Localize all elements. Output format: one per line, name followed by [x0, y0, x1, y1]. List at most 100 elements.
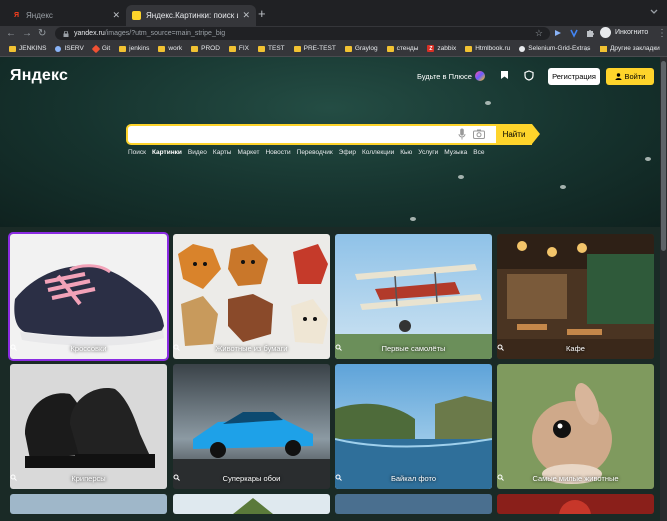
decor-fish-icon: [485, 101, 491, 105]
service-images[interactable]: Картинки: [152, 149, 182, 156]
scrollbar-thumb[interactable]: [661, 61, 666, 251]
collection-tile-partial[interactable]: [10, 494, 167, 514]
bookmark-label: стенды: [396, 45, 419, 52]
extension-v-icon[interactable]: [569, 28, 579, 38]
bookmark-graylog[interactable]: Graylog: [344, 45, 378, 52]
page-scrollbar[interactable]: [660, 57, 667, 521]
folder-icon: [258, 45, 266, 52]
service-collections[interactable]: Коллекции: [362, 149, 394, 156]
register-button[interactable]: Регистрация: [548, 68, 600, 85]
bookmark-label: Git: [101, 45, 111, 52]
collection-tile-partial[interactable]: [173, 494, 330, 514]
bookmark-star-icon[interactable]: ☆: [535, 28, 543, 39]
service-market[interactable]: Маркет: [237, 149, 259, 156]
service-uslugi[interactable]: Услуги: [418, 149, 438, 156]
bookmark-fix[interactable]: FIX: [228, 45, 249, 52]
extensions-puzzle-icon[interactable]: [585, 28, 595, 38]
bookmark-jenkins[interactable]: jenkins: [119, 45, 149, 52]
camera-icon[interactable]: [473, 129, 485, 139]
close-tab-icon[interactable]: ✕: [242, 10, 250, 21]
collection-tile-cafe[interactable]: Кафе: [497, 234, 654, 359]
decor-fish-icon: [645, 157, 651, 161]
lock-icon: [63, 30, 69, 37]
folder-icon: [119, 45, 127, 52]
collections-bookmark-icon[interactable]: [500, 70, 509, 80]
service-maps[interactable]: Карты: [213, 149, 232, 156]
decor-fish-icon: [458, 175, 464, 179]
bookmarks-more-icon[interactable]: »: [585, 41, 589, 56]
bookmark-prod[interactable]: PROD: [191, 45, 220, 52]
bookmark-test[interactable]: TEST: [258, 45, 285, 52]
tab-yandex-images[interactable]: Яндекс.Картинки: поиск изобра ✕: [126, 5, 256, 26]
magnifier-icon: [173, 474, 180, 481]
other-bookmarks[interactable]: Другие закладки: [600, 41, 660, 56]
address-bar[interactable]: yandex.ru/images/?utm_source=main_stripe…: [55, 27, 550, 40]
tile-caption: Байкал фото: [335, 474, 492, 483]
service-news[interactable]: Новости: [265, 149, 290, 156]
search-button-arrow[interactable]: [532, 124, 540, 144]
service-search[interactable]: Поиск: [128, 149, 146, 156]
collection-tile-paper-animals[interactable]: Животные из бумаги: [173, 234, 330, 359]
extension-arrow-icon[interactable]: [553, 28, 563, 38]
url-domain: yandex.ru: [74, 30, 105, 37]
folder-icon: [344, 45, 352, 52]
service-q[interactable]: Кью: [400, 149, 412, 156]
tile-caption-text: Криперсы: [71, 474, 106, 483]
incognito-indicator[interactable]: Инкогнито: [600, 27, 648, 38]
bookmark-label: jenkins: [129, 45, 150, 52]
menu-kebab-icon[interactable]: ⋮: [657, 26, 667, 41]
magnifier-icon: [10, 474, 17, 481]
new-tab-icon[interactable]: +: [258, 6, 266, 21]
collection-tile-partial[interactable]: [335, 494, 492, 514]
tile-caption: Криперсы: [10, 474, 167, 483]
tab-title: Яндекс: [26, 11, 53, 20]
partial-image: [173, 494, 330, 514]
magnifier-icon: [10, 344, 17, 351]
bookmark-iserv[interactable]: ISERV: [55, 45, 84, 52]
bookmark-work[interactable]: work: [158, 45, 182, 52]
bookmark-jenkins-upper[interactable]: JENKINS: [9, 45, 46, 52]
back-icon[interactable]: ←: [6, 26, 16, 41]
tab-yandex[interactable]: Я Яндекс ✕: [6, 5, 126, 26]
tile-caption-text: Суперкары обои: [222, 474, 281, 483]
collection-tile-sneakers[interactable]: Кроссовки: [8, 232, 169, 361]
service-all[interactable]: Все: [473, 149, 484, 156]
collection-tile-first-planes[interactable]: Первые самолёты: [335, 234, 492, 359]
forward-icon[interactable]: →: [22, 26, 32, 41]
microphone-icon[interactable]: [458, 128, 466, 140]
service-translate[interactable]: Переводчик: [297, 149, 333, 156]
chevron-down-icon[interactable]: [649, 7, 659, 17]
services-nav: Поиск Картинки Видео Карты Маркет Новост…: [128, 149, 491, 156]
collection-tile-creepers[interactable]: Криперсы: [10, 364, 167, 489]
bookmark-git[interactable]: Git: [91, 44, 111, 53]
collection-tile-supercars[interactable]: Суперкары обои: [173, 364, 330, 489]
collection-tile-partial[interactable]: [497, 494, 654, 514]
bookmark-label: ISERV: [64, 45, 84, 52]
folder-icon: [158, 45, 166, 52]
bookmark-pre-test[interactable]: PRE-TEST: [293, 45, 336, 52]
service-music[interactable]: Музыка: [444, 149, 467, 156]
search-button[interactable]: Найти: [496, 124, 532, 145]
close-tab-icon[interactable]: ✕: [112, 10, 120, 21]
search-input[interactable]: [134, 126, 438, 146]
folder-icon: [386, 45, 394, 52]
plus-promo-link[interactable]: Будьте в Плюсе: [417, 71, 485, 81]
bookmark-stands[interactable]: стенды: [386, 45, 419, 52]
folder-icon: [228, 45, 236, 52]
reload-icon[interactable]: ↻: [38, 26, 46, 41]
collection-tile-cute-animals[interactable]: Самые милые животные: [497, 364, 654, 489]
browser-toolbar: ← → ↻ yandex.ru/images/?utm_source=main_…: [0, 26, 667, 41]
shield-icon[interactable]: [524, 70, 534, 81]
bookmark-selenium-grid-extras[interactable]: Selenium-Grid-Extras: [519, 45, 590, 52]
login-label: Войти: [624, 72, 646, 81]
service-efir[interactable]: Эфир: [339, 149, 356, 156]
bookmark-zabbix[interactable]: Zzabbix: [427, 45, 456, 52]
service-video[interactable]: Видео: [188, 149, 207, 156]
tile-caption: Самые милые животные: [497, 474, 654, 483]
login-button[interactable]: Войти: [606, 68, 654, 85]
browser-window: Я Яндекс ✕ Яндекс.Картинки: поиск изобра…: [0, 0, 667, 521]
bookmark-htmlbook[interactable]: Htmlbook.ru: [465, 45, 510, 52]
yandex-logo[interactable]: Яндекс: [10, 67, 68, 85]
creepers-image: [10, 364, 167, 489]
collection-tile-baikal[interactable]: Байкал фото: [335, 364, 492, 489]
